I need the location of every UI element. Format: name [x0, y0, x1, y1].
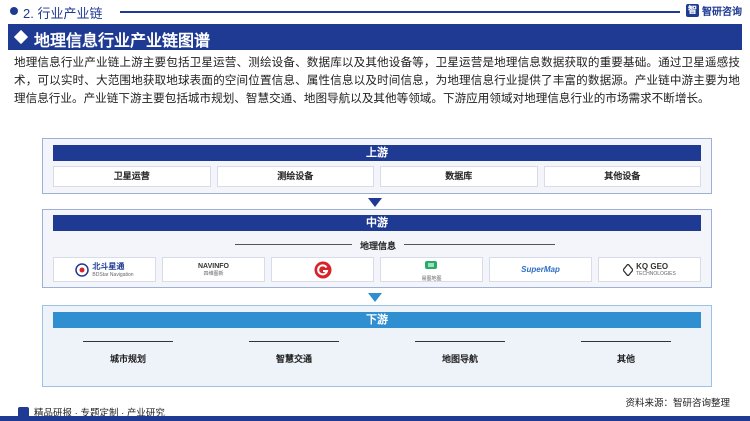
- upstream-header: 上游: [53, 145, 701, 161]
- kqgeo-logo-icon: [623, 263, 634, 276]
- intro-paragraph: 地理信息行业产业链上游主要包括卫星运营、测绘设备、数据库以及其他设备等，卫星运营…: [14, 56, 740, 105]
- downstream-items: 城市规划 智慧交通 地图导航 其他: [63, 341, 691, 365]
- brand-mark-icon: 智: [686, 4, 699, 17]
- top-bar: 2. 行业产业链 智 智研咨询: [0, 0, 750, 22]
- green-map-logo-icon: [425, 261, 438, 269]
- company-logos: 北斗星通 BDStar Navigation NAVINFO 四维图新 易图地图…: [53, 257, 701, 282]
- page-title: 地理信息行业产业链图谱: [34, 33, 211, 50]
- downstream-item-label: 智慧交通: [275, 354, 312, 364]
- company-logo-navinfo: NAVINFO 四维图新: [162, 257, 265, 282]
- source-note: 资料来源：智研咨询整理: [625, 398, 730, 409]
- midstream-header: 中游: [53, 215, 701, 231]
- footer-bar: [0, 416, 750, 421]
- downstream-header: 下游: [53, 312, 701, 328]
- title-bar: 地理信息行业产业链图谱: [8, 24, 742, 50]
- downstream-item-line: [415, 341, 505, 342]
- downstream-item-line: [83, 341, 173, 342]
- header-divider: [120, 11, 680, 13]
- upstream-item: 测绘设备: [216, 166, 374, 187]
- downstream-item-label: 其他: [616, 354, 635, 364]
- upstream-panel: 上游 卫星运营 测绘设备 数据库 其他设备: [42, 138, 712, 194]
- upstream-item: 其他设备: [543, 166, 701, 187]
- company-name: KQ GEO: [636, 262, 669, 271]
- bdstar-logo-icon: [75, 262, 90, 277]
- downstream-panel: 下游 城市规划 智慧交通 地图导航 其他: [42, 305, 712, 387]
- company-subname: BDStar Navigation: [92, 272, 134, 278]
- company-name: 北斗星通: [92, 262, 125, 271]
- downstream-item: 地图导航: [395, 341, 525, 365]
- company-logo-bdstar: 北斗星通 BDStar Navigation: [53, 257, 156, 282]
- company-subname: 四维图新: [203, 270, 224, 277]
- section-bullet-icon: [10, 7, 18, 15]
- downstream-item: 智慧交通: [229, 341, 359, 365]
- company-logo-supermap: SuperMap: [489, 257, 592, 282]
- upstream-items: 卫星运营 测绘设备 数据库 其他设备: [53, 166, 701, 187]
- brand-logo: 智 智研咨询: [686, 3, 742, 18]
- section-label: 2. 行业产业链: [23, 6, 103, 21]
- downstream-item-line: [581, 341, 671, 342]
- company-logo-green-map: 易图地图: [380, 257, 483, 282]
- upstream-item: 卫星运营: [53, 166, 211, 187]
- down-arrow-icon: [368, 198, 382, 207]
- company-subname: TECHNOLOGIES: [636, 271, 676, 277]
- downstream-item: 城市规划: [63, 341, 193, 365]
- midstream-panel: 中游 地理信息 北斗星通 BDStar Navigation NAVINFO 四…: [42, 209, 712, 288]
- red-g-logo-icon: [314, 261, 331, 278]
- company-subname: 易图地图: [421, 276, 442, 282]
- brand-name: 智研咨询: [702, 7, 742, 18]
- downstream-item-label: 地图导航: [441, 354, 478, 364]
- midstream-subtitle-label: 地理信息: [351, 241, 404, 251]
- upstream-item: 数据库: [380, 166, 538, 187]
- down-arrow-icon: [368, 293, 382, 302]
- company-logo-kqgeo: KQ GEO TECHNOLOGIES: [598, 257, 701, 282]
- downstream-item-label: 城市规划: [109, 354, 146, 364]
- company-name: NAVINFO: [198, 262, 229, 270]
- downstream-item: 其他: [561, 341, 691, 365]
- diamond-icon: [13, 29, 29, 45]
- company-logo-red-g: [271, 257, 374, 282]
- downstream-item-line: [249, 341, 339, 342]
- midstream-subtitle: 地理信息: [43, 236, 713, 254]
- company-name: SuperMap: [521, 265, 560, 274]
